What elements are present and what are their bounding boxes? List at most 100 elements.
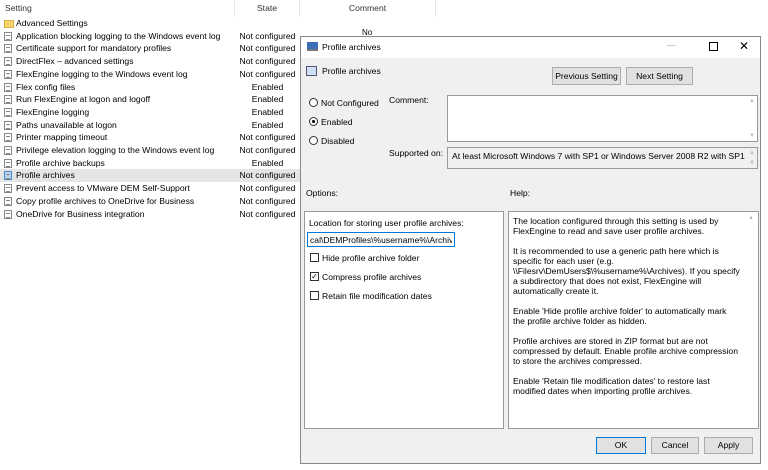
setting-icon xyxy=(4,146,12,155)
setting-icon xyxy=(4,120,12,130)
help-label: Help: xyxy=(510,188,531,198)
help-paragraph: Enable 'Retain file modification dates' … xyxy=(513,376,710,396)
supported-on-value: At least Microsoft Windows 7 with SP1 or… xyxy=(452,151,745,161)
radio-circle[interactable] xyxy=(309,136,318,145)
list-item[interactable]: OneDrive for Business integration Not con… xyxy=(0,208,300,221)
radio-circle[interactable] xyxy=(309,117,318,126)
list-item[interactable]: Privilege elevation logging to the Windo… xyxy=(0,144,300,157)
setting-name: Copy profile archives to OneDrive for Bu… xyxy=(16,195,195,206)
help-panel: The location configured through this set… xyxy=(508,211,759,429)
checkbox-label: Retain file modification dates xyxy=(322,291,432,301)
setting-state: Not configured xyxy=(239,56,296,67)
setting-state: Not configured xyxy=(239,170,296,181)
setting-state: Not configured xyxy=(239,68,296,79)
apply-button[interactable]: Apply xyxy=(704,437,753,454)
setting-state: Enabled xyxy=(251,94,284,105)
list-item[interactable]: Copy profile archives to OneDrive for Bu… xyxy=(0,195,300,208)
maximize-button[interactable] xyxy=(709,42,718,51)
ok-button[interactable]: OK xyxy=(596,437,646,454)
column-header-setting[interactable]: Setting xyxy=(0,0,235,17)
setting-state: Not configured xyxy=(239,145,296,155)
list-item[interactable]: Certificate support for mandatory profil… xyxy=(0,42,300,55)
setting-name: Profile archives xyxy=(322,66,381,76)
setting-name: DirectFlex – advanced settings xyxy=(16,56,134,67)
options-label: Options: xyxy=(306,188,339,198)
setting-name: Paths unavailable at logon xyxy=(16,119,117,130)
list-item[interactable]: DirectFlex – advanced settings Not config… xyxy=(0,55,300,68)
location-input[interactable] xyxy=(307,232,455,247)
setting-state: Not configured xyxy=(239,43,296,54)
setting-icon xyxy=(4,158,12,168)
setting-icon xyxy=(4,95,12,105)
setting-icon xyxy=(4,133,12,143)
radio-circle[interactable] xyxy=(309,98,318,107)
list-item[interactable]: Profile archive backups Enabled xyxy=(0,157,300,170)
setting-name: Profile archives xyxy=(16,170,75,181)
setting-name: Printer mapping timeout xyxy=(16,132,108,143)
list-item[interactable]: Flex config files Enabled xyxy=(0,81,300,94)
setting-name: FlexEngine logging to the Windows event … xyxy=(16,68,188,79)
checkbox-label: Hide profile archive folder xyxy=(322,253,420,263)
setting-name: Profile archive backups xyxy=(16,157,105,168)
setting-icon xyxy=(4,57,12,67)
list-item[interactable]: Prevent access to VMware DEM Self-Suppor… xyxy=(0,182,300,195)
list-item[interactable]: Profile archives Not configured xyxy=(0,169,310,183)
setting-state: Not configured xyxy=(239,132,296,143)
setting-state: Not configured xyxy=(239,208,296,219)
list-item[interactable]: FlexEngine logging Enabled xyxy=(0,106,300,119)
list-item[interactable]: Application blocking logging to the Wind… xyxy=(0,30,300,43)
setting-name: Application blocking logging to the Wind… xyxy=(16,30,221,41)
setting-state: Not configured xyxy=(239,195,296,206)
setting-icon xyxy=(4,184,12,194)
title-bar: Profile archives — ✕ xyxy=(301,37,760,58)
next-setting-button[interactable]: Next Setting xyxy=(626,67,693,85)
setting-name: OneDrive for Business integration xyxy=(16,208,145,219)
column-header-state[interactable]: State xyxy=(235,0,300,17)
supported-on-box: At least Microsoft Windows 7 with SP1 or… xyxy=(447,147,758,169)
comment-textarea[interactable]: ▲ ▼ xyxy=(447,95,758,142)
setting-state: Enabled xyxy=(251,106,284,117)
minimize-button[interactable]: — xyxy=(667,40,676,50)
checkmark-icon[interactable]: ✓ xyxy=(310,272,319,281)
policy-icon xyxy=(307,42,318,51)
dialog-title: Profile archives xyxy=(322,42,381,52)
supported-on-label: Supported on: xyxy=(389,148,443,158)
list-item[interactable]: Paths unavailable at logon Enabled xyxy=(0,119,300,132)
setting-state: Enabled xyxy=(251,119,284,130)
setting-name: Advanced Settings xyxy=(16,18,88,28)
checkbox[interactable] xyxy=(310,291,319,300)
setting-state: Enabled xyxy=(251,157,284,168)
setting-name: FlexEngine logging xyxy=(16,106,90,117)
help-paragraph: Enable 'Hide profile archive folder' to … xyxy=(513,306,727,326)
setting-icon xyxy=(4,107,12,117)
setting-name: Flex config files xyxy=(16,81,76,92)
profile-archives-dialog: Profile archives — ✕ Profile archives Pr… xyxy=(300,36,761,464)
help-paragraph: The location configured through this set… xyxy=(513,216,719,236)
list-item[interactable]: Advanced Settings xyxy=(0,17,300,30)
setting-state: Not configured xyxy=(239,30,296,41)
location-label: Location for storing user profile archiv… xyxy=(309,218,464,228)
setting-name: Certificate support for mandatory profil… xyxy=(16,43,172,54)
list-item[interactable]: FlexEngine logging to the Windows event … xyxy=(0,68,300,81)
help-paragraph: Profile archives are stored in ZIP forma… xyxy=(513,336,738,366)
radio-label: Not Configured xyxy=(321,98,379,108)
cancel-button[interactable]: Cancel xyxy=(651,437,699,454)
setting-icon xyxy=(4,209,12,219)
setting-name: Prevent access to VMware DEM Self-Suppor… xyxy=(16,183,190,194)
comment-label: Comment: xyxy=(389,95,429,105)
help-paragraph: It is recommended to use a generic path … xyxy=(513,246,740,296)
column-header-comment[interactable]: Comment xyxy=(300,0,436,17)
setting-state: Not configured xyxy=(239,183,296,194)
setting-icon xyxy=(306,66,317,76)
list-item[interactable]: Run FlexEngine at logon and logoff Enable… xyxy=(0,93,300,106)
setting-icon xyxy=(4,69,12,79)
setting-name: Privilege elevation logging to the Windo… xyxy=(16,145,215,155)
options-panel: Location for storing user profile archiv… xyxy=(304,211,504,429)
setting-name: Run FlexEngine at logon and logoff xyxy=(16,94,151,105)
list-item[interactable]: Printer mapping timeout Not configured xyxy=(0,131,300,144)
checkbox[interactable] xyxy=(310,253,319,262)
previous-setting-button[interactable]: Previous Setting xyxy=(552,67,621,85)
setting-icon xyxy=(4,82,12,92)
close-button[interactable]: ✕ xyxy=(739,39,749,53)
setting-icon xyxy=(4,196,12,206)
